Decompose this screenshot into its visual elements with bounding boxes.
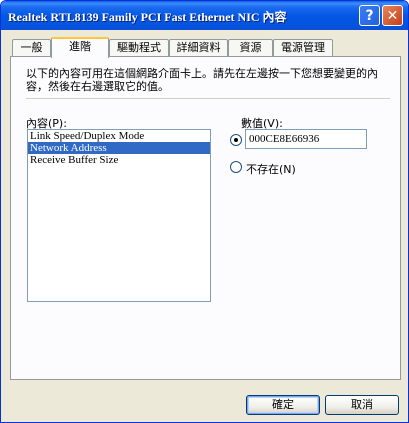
tab-driver[interactable]: 驅動程式 bbox=[109, 39, 169, 57]
not-present-label[interactable]: 不存在(N) bbox=[246, 161, 296, 177]
property-item-network-address[interactable]: Network Address bbox=[28, 142, 210, 154]
tab-power-management[interactable]: 電源管理 bbox=[273, 39, 333, 57]
not-present-radio[interactable] bbox=[230, 161, 242, 173]
close-button[interactable]: ✕ bbox=[382, 5, 403, 26]
tab-general[interactable]: 一般 bbox=[12, 39, 51, 57]
cancel-button[interactable]: 取消 bbox=[325, 395, 399, 415]
title-bar[interactable]: Realtek RTL8139 Family PCI Fast Ethernet… bbox=[1, 1, 408, 30]
advanced-tab-panel: 以下的內容可用在這個網路介面卡上。請先在左邊按一下您想要變更的內容，然後在右邊選… bbox=[10, 56, 401, 380]
help-button[interactable]: ? bbox=[359, 5, 380, 26]
divider bbox=[26, 98, 390, 99]
intro-text: 以下的內容可用在這個網路介面卡上。請先在左邊按一下您想要變更的內容，然後在右邊選… bbox=[26, 67, 378, 93]
property-item-link-speed[interactable]: Link Speed/Duplex Mode bbox=[28, 130, 210, 142]
tab-resources[interactable]: 資源 bbox=[228, 39, 273, 57]
value-radio[interactable] bbox=[230, 134, 242, 146]
property-item-receive-buffer[interactable]: Receive Buffer Size bbox=[28, 154, 210, 166]
tab-details[interactable]: 詳細資料 bbox=[169, 39, 228, 57]
property-list[interactable]: Link Speed/Duplex Mode Network Address R… bbox=[27, 129, 211, 302]
properties-dialog: Realtek RTL8139 Family PCI Fast Ethernet… bbox=[0, 0, 409, 423]
window-title: Realtek RTL8139 Family PCI Fast Ethernet… bbox=[8, 10, 287, 24]
value-input[interactable] bbox=[245, 129, 367, 149]
tab-advanced[interactable]: 進階 bbox=[51, 37, 109, 58]
help-icon: ? bbox=[365, 7, 374, 24]
tab-strip: 一般 進階 驅動程式 詳細資料 資源 電源管理 bbox=[1, 37, 408, 58]
close-icon: ✕ bbox=[386, 7, 399, 24]
ok-button[interactable]: 確定 bbox=[246, 395, 320, 415]
